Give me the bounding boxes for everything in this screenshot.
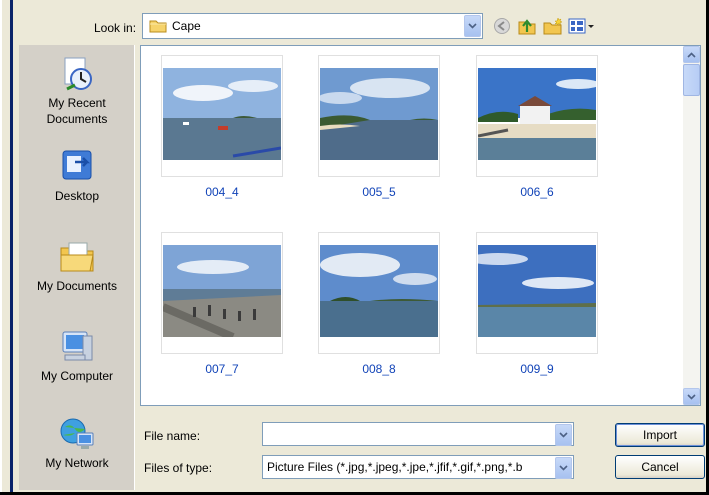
file-name-label: 008_8 — [362, 362, 396, 376]
file-name-dropdown-button[interactable] — [555, 424, 572, 446]
place-label: My Recent Documents — [46, 96, 108, 126]
import-button[interactable]: Import — [615, 423, 705, 447]
my-computer-icon — [62, 331, 93, 361]
place-label: My Network — [45, 456, 109, 470]
places-bar: My Recent Documents Desktop My Documents — [19, 45, 135, 490]
thumbnail-frame — [161, 232, 283, 354]
thumbnail-frame — [161, 55, 283, 177]
file-thumbnail[interactable]: 006_6 — [476, 55, 598, 199]
frame-blue-border — [10, 0, 13, 495]
file-thumbnail[interactable]: 009_9 — [476, 232, 598, 376]
place-my-network[interactable]: My Network — [19, 415, 135, 471]
place-label: My Computer — [40, 369, 114, 383]
file-name-input[interactable] — [262, 422, 574, 446]
file-name-label: 004_4 — [205, 185, 239, 199]
vertical-scrollbar[interactable] — [683, 46, 700, 405]
look-in-value: Cape — [172, 19, 201, 33]
scroll-down-button[interactable] — [683, 388, 700, 405]
my-network-icon — [60, 418, 94, 449]
file-thumbnail[interactable]: 008_8 — [318, 232, 440, 376]
place-label: Desktop — [54, 189, 100, 203]
thumbnail-frame — [318, 55, 440, 177]
new-folder-icon[interactable] — [542, 16, 564, 36]
file-name-label: 005_5 — [362, 185, 396, 199]
photo-pier-crowd — [163, 245, 281, 337]
file-type-value: Picture Files (*.jpg,*.jpeg,*.jpe,*.jfif… — [267, 460, 523, 474]
file-list-view[interactable]: 004_4 005_5 006_6 007_7 008_8 009_9 — [140, 45, 701, 406]
photo-beach-house — [478, 68, 596, 160]
recent-documents-icon — [64, 57, 92, 91]
open-file-dialog: Look in: Cape My Recent Documents Deskto… — [16, 0, 709, 495]
chevron-up-icon — [687, 51, 696, 58]
chevron-down-icon — [559, 465, 568, 471]
cancel-button[interactable]: Cancel — [615, 455, 705, 479]
place-label: My Documents — [36, 279, 118, 293]
place-my-documents[interactable]: My Documents — [19, 238, 135, 294]
back-icon[interactable] — [492, 16, 514, 36]
file-thumbnail[interactable]: 007_7 — [161, 232, 283, 376]
look-in-label: Look in: — [94, 21, 137, 35]
photo-beach-shore — [320, 68, 438, 160]
look-in-dropdown-button[interactable] — [464, 15, 481, 37]
thumbnail-frame — [318, 232, 440, 354]
file-thumbnail[interactable]: 004_4 — [161, 55, 283, 199]
desktop-icon — [62, 150, 92, 180]
place-recent-documents[interactable]: My Recent Documents — [19, 55, 135, 127]
chevron-down-icon — [468, 23, 477, 29]
file-thumbnail[interactable]: 005_5 — [318, 55, 440, 199]
file-type-dropdown[interactable]: Picture Files (*.jpg,*.jpeg,*.jpe,*.jfif… — [262, 455, 574, 479]
thumbnail-frame — [476, 55, 598, 177]
place-desktop[interactable]: Desktop — [19, 148, 135, 204]
folder-icon — [149, 20, 167, 33]
look-in-dropdown[interactable]: Cape — [142, 13, 483, 39]
window-left-frame — [0, 0, 16, 495]
my-documents-icon — [60, 242, 94, 272]
chevron-down-icon — [687, 393, 696, 400]
scroll-up-button[interactable] — [683, 46, 700, 63]
file-name-label: 006_6 — [520, 185, 554, 199]
file-name-label: 007_7 — [205, 362, 239, 376]
photo-bay-island — [320, 245, 438, 337]
frame-highlight — [0, 0, 2, 495]
file-name-field-label: File name: — [144, 429, 201, 443]
up-folder-icon[interactable] — [516, 16, 538, 36]
photo-open-water — [478, 245, 596, 337]
view-menu-icon[interactable] — [567, 16, 595, 36]
chevron-down-icon — [559, 432, 568, 438]
file-name-label: 009_9 — [520, 362, 554, 376]
scroll-thumb[interactable] — [683, 64, 700, 96]
file-type-dropdown-button[interactable] — [555, 457, 572, 479]
photo-harbor-boats — [163, 68, 281, 160]
place-my-computer[interactable]: My Computer — [19, 328, 135, 384]
file-type-field-label: Files of type: — [144, 461, 213, 475]
thumbnail-frame — [476, 232, 598, 354]
